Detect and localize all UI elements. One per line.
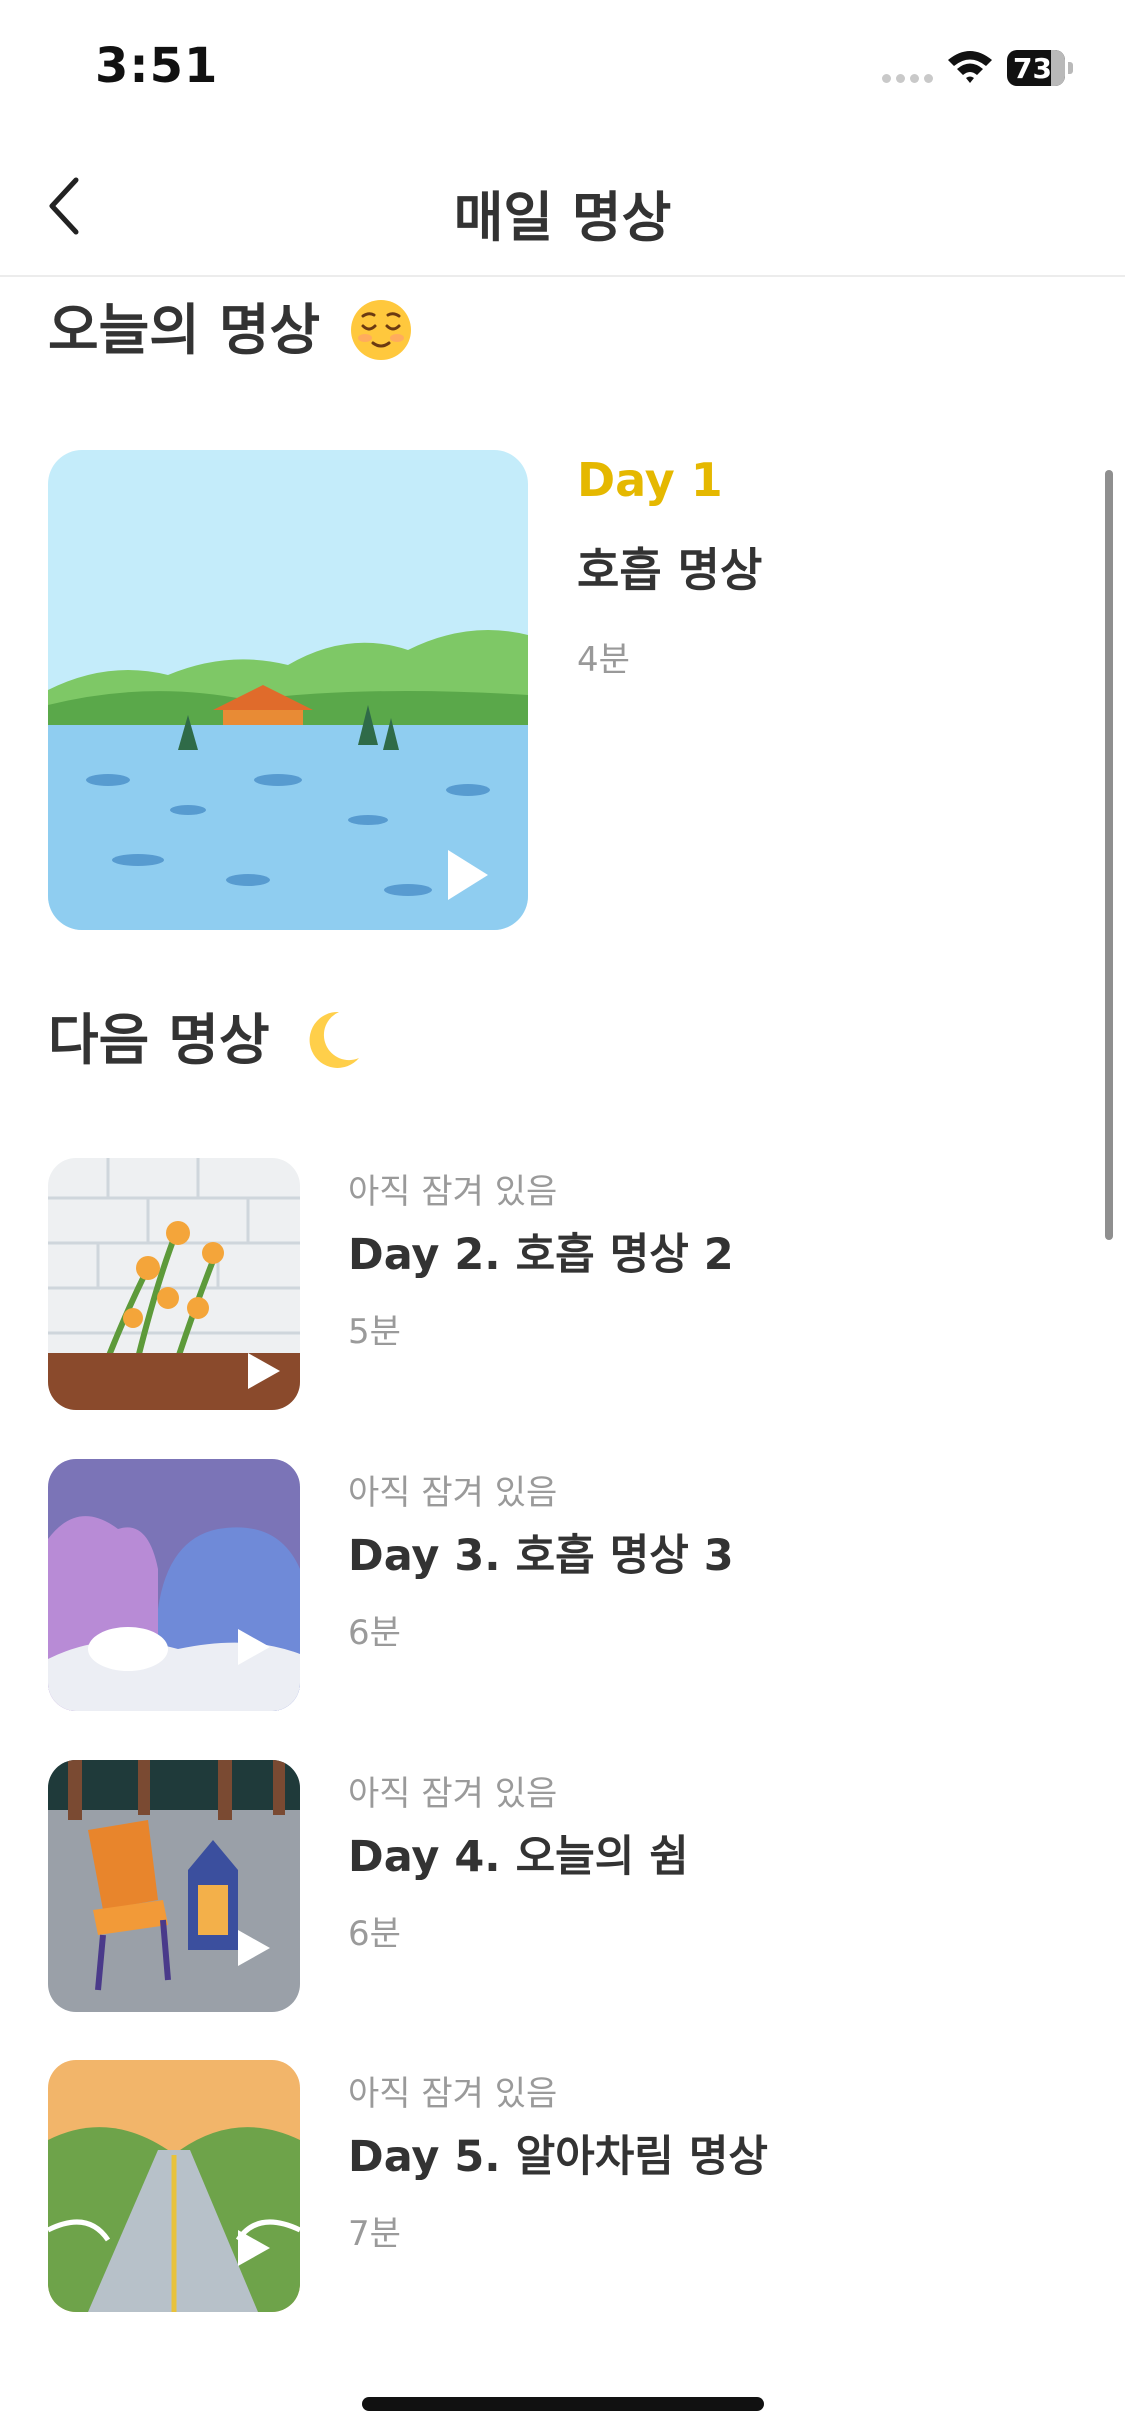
item-lock-status: 아직 잠겨 있음 [348, 2074, 558, 2114]
lake-landscape-image [48, 450, 528, 930]
list-item-day3[interactable]: 아직 잠겨 있음 Day 3. 호흡 명상 3 6분 [48, 1459, 1068, 1711]
item-duration: 6분 [348, 1914, 401, 1954]
purple-trees-image [48, 1459, 300, 1711]
item-duration: 5분 [348, 1312, 401, 1352]
road-image [48, 2060, 300, 2312]
relieved-face-icon [351, 299, 412, 360]
day3-thumbnail [48, 1459, 300, 1711]
item-lock-status: 아직 잠겨 있음 [348, 1774, 558, 1814]
item-lock-status: 아직 잠겨 있음 [348, 1473, 558, 1513]
list-item-day4[interactable]: 아직 잠겨 있음 Day 4. 오늘의 쉼 6분 [48, 1760, 1068, 2012]
nav-bar: 매일 명상 [0, 135, 1125, 277]
home-indicator[interactable] [362, 2397, 764, 2411]
day1-duration: 4분 [577, 640, 630, 680]
list-item-day2[interactable]: 아직 잠겨 있음 Day 2. 호흡 명상 2 5분 [48, 1158, 1068, 1410]
item-title: Day 4. 오늘의 쉼 [348, 1832, 689, 1882]
status-bar: 3:51 73 [0, 0, 1125, 135]
next-heading: 다음 명상 [48, 995, 363, 1076]
day2-thumbnail [48, 1158, 300, 1410]
today-heading-text: 오늘의 명상 [48, 298, 321, 362]
next-heading-text: 다음 명상 [48, 1008, 270, 1072]
day5-thumbnail [48, 2060, 300, 2312]
battery-icon: 73 [1007, 50, 1073, 86]
item-title: Day 5. 알아차림 명상 [348, 2132, 768, 2182]
chair-lantern-image [48, 1760, 300, 2012]
day1-title: 호흡 명상 [577, 543, 763, 597]
battery-level: 73 [1013, 52, 1052, 85]
item-duration: 7분 [348, 2214, 401, 2254]
flower-wall-image [48, 1158, 300, 1410]
day4-thumbnail [48, 1760, 300, 2012]
item-duration: 6분 [348, 1613, 401, 1653]
day1-thumbnail[interactable] [48, 450, 528, 930]
status-time: 3:51 [95, 38, 219, 94]
item-title: Day 2. 호흡 명상 2 [348, 1230, 734, 1280]
cellular-signal-icon [882, 74, 934, 84]
list-item-day5[interactable]: 아직 잠겨 있음 Day 5. 알아차림 명상 7분 [48, 2060, 1068, 2312]
day1-label: Day 1 [577, 453, 723, 507]
item-title: Day 3. 호흡 명상 3 [348, 1531, 734, 1581]
scrollbar[interactable] [1105, 470, 1113, 1240]
crescent-moon-icon [309, 1011, 359, 1068]
page-title: 매일 명상 [453, 186, 672, 249]
wifi-icon [948, 51, 992, 83]
today-heading: 오늘의 명상 [48, 285, 413, 366]
item-lock-status: 아직 잠겨 있음 [348, 1172, 558, 1212]
